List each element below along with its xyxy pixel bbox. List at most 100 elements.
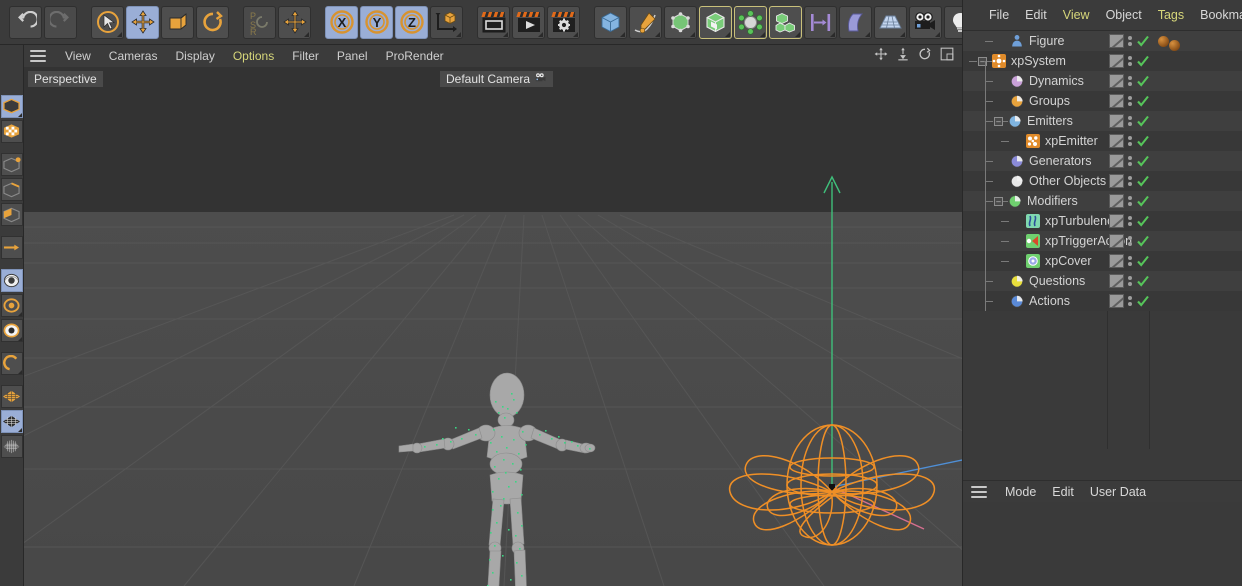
enable-axis-button[interactable] xyxy=(0,269,23,292)
redo-button[interactable] xyxy=(44,5,77,39)
object-row[interactable]: Generators xyxy=(963,151,1242,171)
add-mograph-button[interactable] xyxy=(769,5,802,39)
filter-menu[interactable]: Filter xyxy=(283,47,328,65)
maximize-view-icon[interactable] xyxy=(940,47,954,66)
quantize-button[interactable] xyxy=(0,385,23,408)
folder-groups-icon[interactable] xyxy=(1010,94,1024,108)
layer-color-swatch[interactable] xyxy=(1109,154,1124,168)
layer-color-swatch[interactable] xyxy=(1109,234,1124,248)
world-move-button[interactable] xyxy=(278,5,311,39)
scale-tool-button[interactable] xyxy=(161,5,194,39)
figure-icon[interactable] xyxy=(1010,34,1024,48)
enable-checkmark-icon[interactable] xyxy=(1136,214,1150,228)
layer-color-swatch[interactable] xyxy=(1109,294,1124,308)
xpemitter-icon[interactable] xyxy=(1026,134,1040,148)
om-file-menu[interactable]: File xyxy=(981,6,1017,24)
workplane-button[interactable] xyxy=(0,319,23,342)
view-menu[interactable]: View xyxy=(56,47,100,65)
object-row[interactable]: xpEmitter xyxy=(963,131,1242,151)
enable-checkmark-icon[interactable] xyxy=(1136,134,1150,148)
tree-expander[interactable]: – xyxy=(994,116,1003,126)
layer-color-swatch[interactable] xyxy=(1109,214,1124,228)
visibility-dots[interactable] xyxy=(1127,76,1133,86)
object-row[interactable]: Figure xyxy=(963,31,1242,51)
visibility-dots[interactable] xyxy=(1127,156,1133,166)
viewport-hamburger-icon[interactable] xyxy=(30,50,46,62)
layer-color-swatch[interactable] xyxy=(1109,254,1124,268)
object-row[interactable]: Groups xyxy=(963,91,1242,111)
tree-expander[interactable]: – xyxy=(994,196,1003,206)
add-camera-button[interactable] xyxy=(909,5,942,39)
point-mode-button[interactable] xyxy=(0,153,23,176)
layer-color-swatch[interactable] xyxy=(1109,194,1124,208)
polygon-mode-button[interactable] xyxy=(0,203,23,226)
folder-generators-icon[interactable] xyxy=(1010,154,1024,168)
attribute-manager-hamburger-icon[interactable] xyxy=(971,485,987,498)
tree-expander[interactable]: – xyxy=(978,56,987,66)
add-bend-button[interactable] xyxy=(839,5,872,39)
enable-checkmark-icon[interactable] xyxy=(1136,254,1150,268)
visibility-dots[interactable] xyxy=(1127,236,1133,246)
object-row[interactable]: xpTriggerAction xyxy=(963,231,1242,251)
object-row[interactable]: Other Objects xyxy=(963,171,1242,191)
visibility-dots[interactable] xyxy=(1127,256,1133,266)
enable-checkmark-icon[interactable] xyxy=(1136,94,1150,108)
xpturbulence-icon[interactable] xyxy=(1026,214,1040,228)
object-row[interactable]: Actions xyxy=(963,291,1242,311)
object-row[interactable]: Questions xyxy=(963,271,1242,291)
folder-emitters-icon[interactable] xyxy=(1008,114,1022,128)
object-row[interactable]: – Emitters xyxy=(963,111,1242,131)
enable-checkmark-icon[interactable] xyxy=(1136,174,1150,188)
enable-checkmark-icon[interactable] xyxy=(1136,294,1150,308)
visibility-dots[interactable] xyxy=(1127,296,1133,306)
viewport-camera-label[interactable]: Default Camera xyxy=(440,71,554,87)
object-row[interactable]: – Modifiers xyxy=(963,191,1242,211)
om-view-menu[interactable]: View xyxy=(1055,6,1098,24)
layer-color-swatch[interactable] xyxy=(1109,34,1124,48)
am-edit-menu[interactable]: Edit xyxy=(1044,483,1082,501)
am-mode-menu[interactable]: Mode xyxy=(997,483,1044,501)
viewport-solo-button[interactable] xyxy=(0,294,23,317)
layer-color-swatch[interactable] xyxy=(1109,134,1124,148)
om-tags-menu[interactable]: Tags xyxy=(1150,6,1192,24)
enable-checkmark-icon[interactable] xyxy=(1136,274,1150,288)
options-menu[interactable]: Options xyxy=(224,47,283,65)
grid-snap-button[interactable] xyxy=(0,410,23,433)
layer-color-swatch[interactable] xyxy=(1109,114,1124,128)
folder-questions-icon[interactable] xyxy=(1010,274,1024,288)
undo-button[interactable] xyxy=(9,5,42,39)
am-userdata-menu[interactable]: User Data xyxy=(1082,483,1154,501)
add-array-button[interactable] xyxy=(699,5,732,39)
add-field-button[interactable] xyxy=(804,5,837,39)
texture-mode-button[interactable] xyxy=(0,120,23,143)
model-mode-button[interactable] xyxy=(0,95,23,118)
xpcover-icon[interactable] xyxy=(1026,254,1040,268)
folder-dynamics-icon[interactable] xyxy=(1010,74,1024,88)
enable-checkmark-icon[interactable] xyxy=(1136,34,1150,48)
layer-color-swatch[interactable] xyxy=(1109,74,1124,88)
dense-grid-button[interactable] xyxy=(0,435,23,458)
visibility-dots[interactable] xyxy=(1127,36,1133,46)
render-to-picture-viewer-button[interactable] xyxy=(512,5,545,39)
add-nurbs-button[interactable] xyxy=(664,5,697,39)
psr-lock-button[interactable]: PSR xyxy=(243,5,276,39)
add-deformer-button[interactable] xyxy=(734,5,767,39)
rotate-view-icon[interactable] xyxy=(918,47,932,66)
enable-checkmark-icon[interactable] xyxy=(1136,194,1150,208)
layer-color-swatch[interactable] xyxy=(1109,94,1124,108)
folder-modifiers-icon[interactable] xyxy=(1008,194,1022,208)
folder-actions-icon[interactable] xyxy=(1010,294,1024,308)
3d-viewport[interactable]: Perspective Default Camera xyxy=(24,67,962,586)
visibility-dots[interactable] xyxy=(1127,196,1133,206)
display-menu[interactable]: Display xyxy=(166,47,223,65)
object-row[interactable]: xpTurbulence xyxy=(963,211,1242,231)
enable-checkmark-icon[interactable] xyxy=(1136,234,1150,248)
lock-z-button[interactable]: Z xyxy=(395,5,428,39)
object-row[interactable]: – xpSystem xyxy=(963,51,1242,71)
object-manager-tree[interactable]: Figure – xpSystem Dynamics Groups – Emitters xp… xyxy=(963,31,1242,480)
axis-mode-button[interactable] xyxy=(0,236,23,259)
edge-mode-button[interactable] xyxy=(0,178,23,201)
dolly-view-icon[interactable] xyxy=(896,47,910,66)
panel-menu[interactable]: Panel xyxy=(328,47,377,65)
visibility-dots[interactable] xyxy=(1127,136,1133,146)
